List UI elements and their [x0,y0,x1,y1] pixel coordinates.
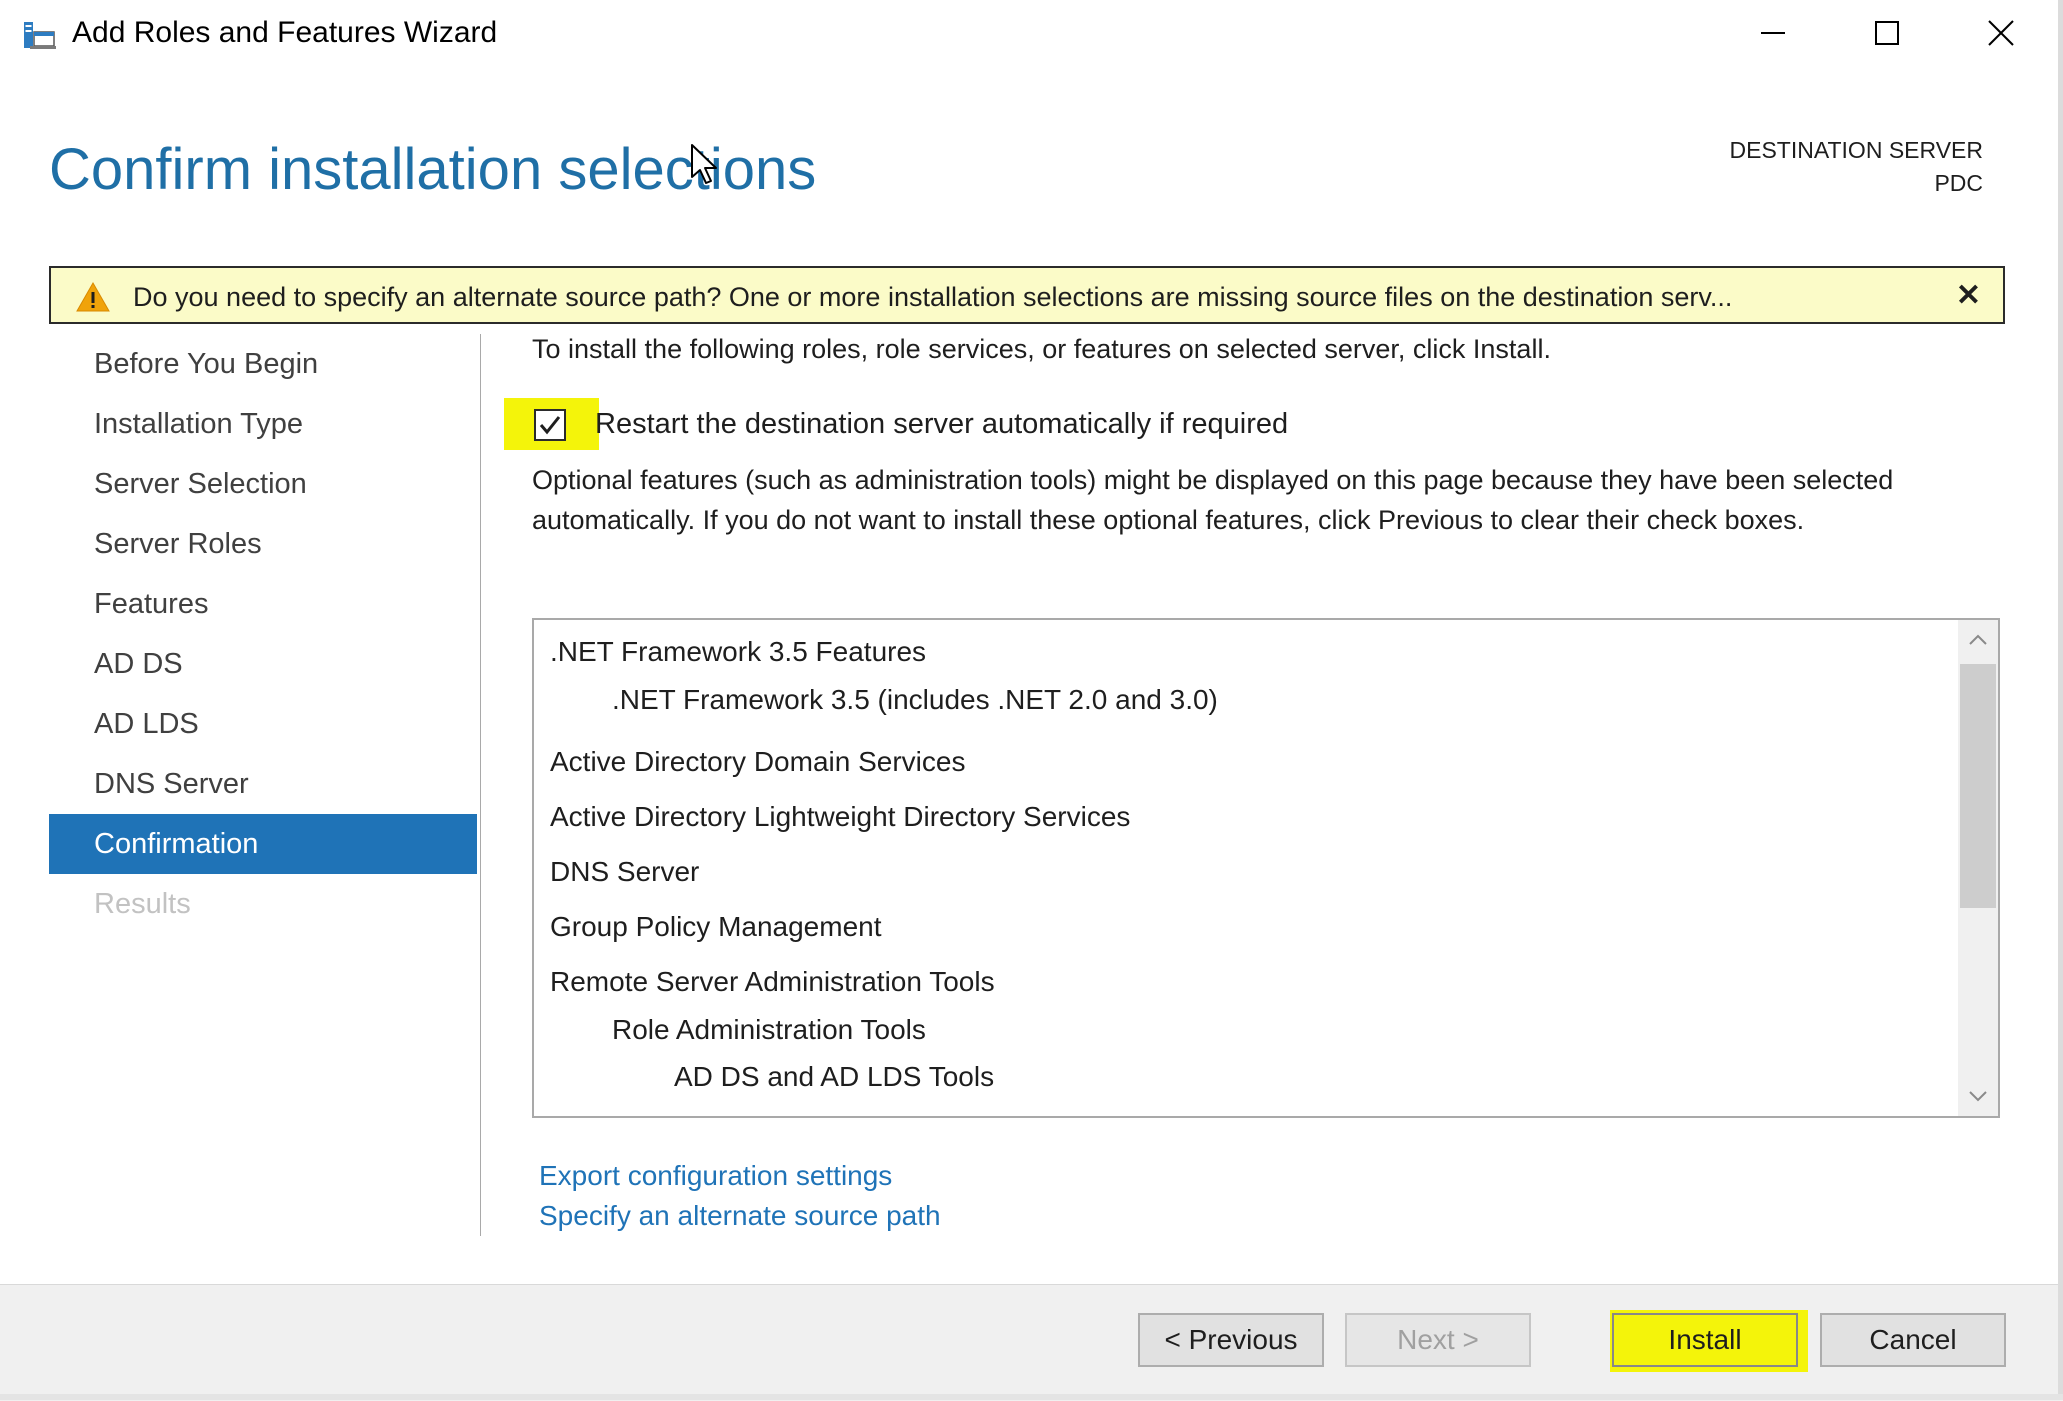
checkmark-icon [539,416,561,435]
warning-banner: Do you need to specify an alternate sour… [49,266,2005,324]
scroll-down-button[interactable] [1958,1076,1998,1116]
intro-text: To install the following roles, role ser… [532,334,1551,364]
nav-item-server-selection[interactable]: Server Selection [49,454,477,514]
chevron-down-icon [1969,1091,1987,1102]
optional-features-note: Optional features (such as administratio… [532,465,1894,535]
scroll-thumb[interactable] [1960,664,1996,908]
list-item: .NET Framework 3.5 (includes .NET 2.0 an… [612,684,1218,715]
next-button: Next > [1345,1313,1531,1367]
minimize-button[interactable] [1716,0,1830,66]
previous-button[interactable]: < Previous [1138,1313,1324,1367]
nav-item-results: Results [94,888,191,920]
destination-server-label: DESTINATION SERVER [1729,137,1983,163]
destination-server-name: PDC [1934,170,1983,196]
list-item: AD DS and AD LDS Tools [674,1061,995,1092]
nav-item-confirmation[interactable]: Confirmation [49,814,477,874]
restart-checkbox[interactable] [534,409,566,441]
warning-text: Do you need to specify an alternate sour… [133,282,1733,312]
nav-item-installation-type[interactable]: Installation Type [49,394,477,454]
nav-item-dns-server[interactable]: DNS Server [49,754,477,814]
selections-viewport: .NET Framework 3.5 Features .NET Framewo… [534,620,1958,1116]
list-item: Role Administration Tools [612,1014,926,1045]
close-window-button[interactable] [1944,0,2058,66]
wizard-navigation: Before You Begin Installation Type Serve… [49,334,477,934]
taskbar-edge [0,1394,2063,1400]
export-configuration-link[interactable]: Export configuration settings [539,1160,892,1192]
warning-icon [75,281,111,318]
alternate-source-path-link[interactable]: Specify an alternate source path [539,1200,941,1232]
window-title: Add Roles and Features Wizard [72,16,498,49]
scroll-up-button[interactable] [1958,620,1998,660]
nav-item-before-you-begin[interactable]: Before You Begin [49,334,477,394]
minimize-icon [1761,32,1785,34]
nav-item-ad-ds[interactable]: AD DS [49,634,477,694]
list-item: Group Policy Management [550,911,882,942]
title-bar: Add Roles and Features Wizard [0,0,2063,66]
list-scrollbar[interactable] [1958,620,1998,1116]
window-edge [2058,0,2063,1400]
destination-server-info: DESTINATION SERVER PDC [1730,134,1983,200]
install-button[interactable]: Install [1612,1313,1798,1367]
close-icon [1988,20,2014,46]
list-item: Active Directory Lightweight Directory S… [550,801,1131,832]
installation-selections-list[interactable]: .NET Framework 3.5 Features .NET Framewo… [532,618,2000,1118]
list-item: Active Directory Domain Services [550,746,966,777]
list-item: Remote Server Administration Tools [550,966,995,997]
chevron-up-icon [1969,634,1987,645]
close-warning-icon[interactable]: ✕ [1956,278,1981,313]
list-item: DNS Server [550,856,700,887]
list-item: .NET Framework 3.5 Features [550,636,927,667]
server-manager-icon [22,20,56,50]
nav-item-server-roles[interactable]: Server Roles [49,514,477,574]
maximize-icon [1875,21,1899,45]
nav-item-ad-lds[interactable]: AD LDS [49,694,477,754]
nav-item-features[interactable]: Features [49,574,477,634]
mouse-cursor-icon [690,143,720,192]
nav-divider [480,334,481,1236]
restart-checkbox-label[interactable]: Restart the destination server automatic… [595,408,1288,441]
maximize-button[interactable] [1830,0,1944,66]
cancel-button[interactable]: Cancel [1820,1313,2006,1367]
